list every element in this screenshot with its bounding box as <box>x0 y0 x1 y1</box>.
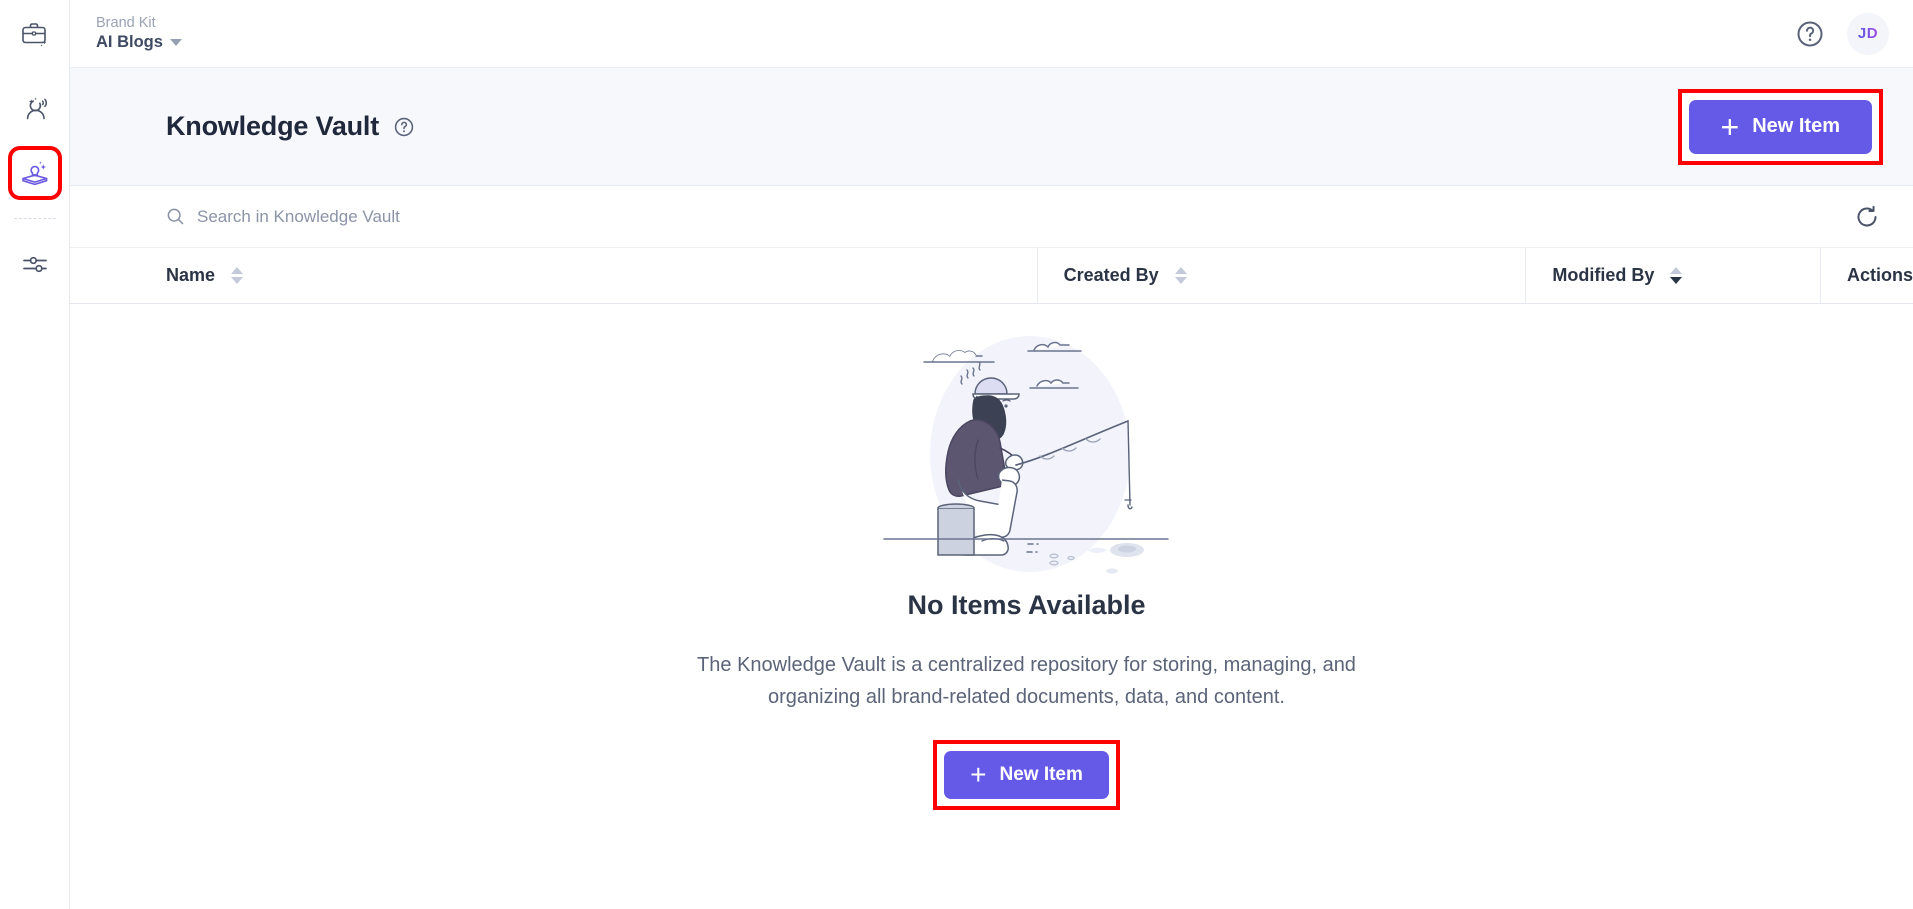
question-circle-icon <box>1797 21 1823 46</box>
brand-name-row[interactable]: AI Blogs <box>96 32 182 53</box>
column-header-actions-label: Actions <box>1846 265 1913 285</box>
chevron-down-icon <box>1174 277 1187 284</box>
rail-divider <box>13 218 56 219</box>
help-button[interactable] <box>1795 19 1825 49</box>
search-input[interactable] <box>197 206 617 227</box>
page-title: Knowledge Vault <box>166 111 380 141</box>
sidebar-item-persona[interactable] <box>12 86 58 132</box>
chevron-up-icon <box>231 267 244 274</box>
search-icon <box>167 208 184 225</box>
page-title-group: Knowledge Vault <box>166 111 415 142</box>
ai-persona-icon <box>26 97 47 120</box>
plus-icon: + <box>970 758 987 790</box>
empty-state-description: The Knowledge Vault is a centralized rep… <box>697 654 1356 709</box>
avatar[interactable]: JD <box>1847 12 1889 55</box>
refresh-icon <box>1857 205 1877 226</box>
avatar-initials: JD <box>1857 25 1879 42</box>
brand-selector[interactable]: Brand Kit AI Blogs <box>96 14 182 53</box>
refresh-button[interactable] <box>1853 203 1881 231</box>
top-bar: Brand Kit AI Blogs JD <box>70 0 1913 68</box>
chevron-down-icon <box>231 277 244 284</box>
left-rail <box>0 0 70 909</box>
empty-state: No Items Available The Knowledge Vault i… <box>70 304 1913 909</box>
main-column: Brand Kit AI Blogs JD Knowledge Vault + … <box>70 0 1913 909</box>
page-title-help-button[interactable] <box>393 116 415 138</box>
column-header-name[interactable]: Name <box>140 248 1038 303</box>
search-wrap <box>166 206 1853 227</box>
empty-new-item-highlight-box: + New Item <box>933 739 1120 810</box>
question-circle-icon <box>394 117 414 136</box>
sort-toggle-name[interactable] <box>231 267 244 284</box>
topbar-actions: JD <box>1795 12 1889 55</box>
new-item-button-header[interactable]: + New Item <box>1688 99 1872 154</box>
new-item-highlight-box: + New Item <box>1677 88 1883 165</box>
new-item-button-empty-state-label: New Item <box>999 763 1083 785</box>
plus-icon: + <box>1720 108 1740 145</box>
sort-toggle-created-by[interactable] <box>1174 267 1187 284</box>
column-header-modified-by-label: Modified By <box>1552 265 1655 285</box>
new-item-button-header-label: New Item <box>1752 115 1840 137</box>
sort-toggle-modified-by[interactable] <box>1670 267 1683 284</box>
column-header-actions: Actions <box>1821 248 1913 303</box>
sidebar-item-settings[interactable] <box>12 241 58 287</box>
sidebar-item-knowledge-vault[interactable] <box>7 146 62 200</box>
brand-kit-label: Brand Kit <box>96 15 156 32</box>
column-header-modified-by[interactable]: Modified By <box>1526 248 1821 303</box>
knowledge-book-bulb-icon <box>21 161 47 186</box>
chevron-down-icon <box>1670 277 1683 284</box>
search-row <box>70 186 1913 248</box>
column-header-created-by[interactable]: Created By <box>1038 248 1527 303</box>
fisherman-illustration <box>882 336 1169 574</box>
briefcase-sparkle-icon <box>21 23 46 47</box>
column-header-created-by-label: Created By <box>1063 265 1159 285</box>
page-header: Knowledge Vault + New Item <box>70 68 1913 186</box>
app-logo[interactable] <box>0 0 70 68</box>
app-root: Brand Kit AI Blogs JD Knowledge Vault + … <box>0 0 1913 909</box>
chevron-up-icon <box>1670 267 1683 274</box>
chevron-up-icon <box>1174 267 1187 274</box>
empty-state-title: No Items Available <box>907 590 1146 620</box>
table-header-row: Name Created By Modified By Actions <box>70 248 1913 304</box>
column-header-name-label: Name <box>166 265 216 285</box>
chevron-down-icon <box>169 39 182 47</box>
sliders-settings-icon <box>22 256 47 273</box>
brand-name: AI Blogs <box>96 33 163 52</box>
new-item-button-empty-state[interactable]: + New Item <box>944 750 1109 799</box>
